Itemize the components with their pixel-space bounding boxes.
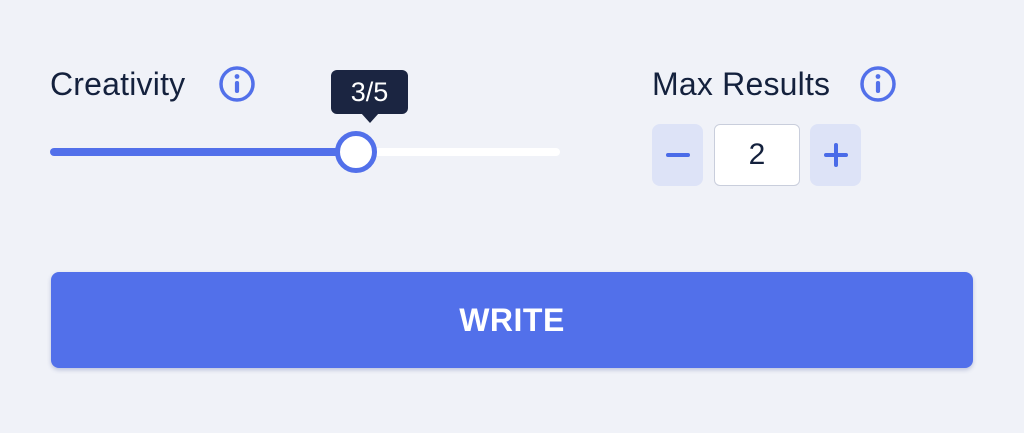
increment-button[interactable] — [810, 124, 861, 186]
slider-fill — [50, 148, 356, 156]
creativity-slider[interactable] — [50, 130, 562, 174]
info-icon[interactable] — [859, 65, 897, 103]
info-icon[interactable] — [218, 65, 256, 103]
write-button[interactable]: WRITE — [51, 272, 973, 368]
creativity-value-tooltip: 3/5 — [331, 70, 408, 114]
slider-thumb[interactable] — [335, 131, 377, 173]
write-settings-panel: Creativity 3/5 Max Results 2 WRITE — [0, 0, 1024, 433]
max-results-input[interactable]: 2 — [714, 124, 800, 186]
minus-icon — [666, 153, 690, 157]
tooltip-arrow — [361, 113, 379, 123]
max-results-label: Max Results — [652, 66, 831, 102]
decrement-button[interactable] — [652, 124, 703, 186]
creativity-label: Creativity — [50, 66, 186, 102]
